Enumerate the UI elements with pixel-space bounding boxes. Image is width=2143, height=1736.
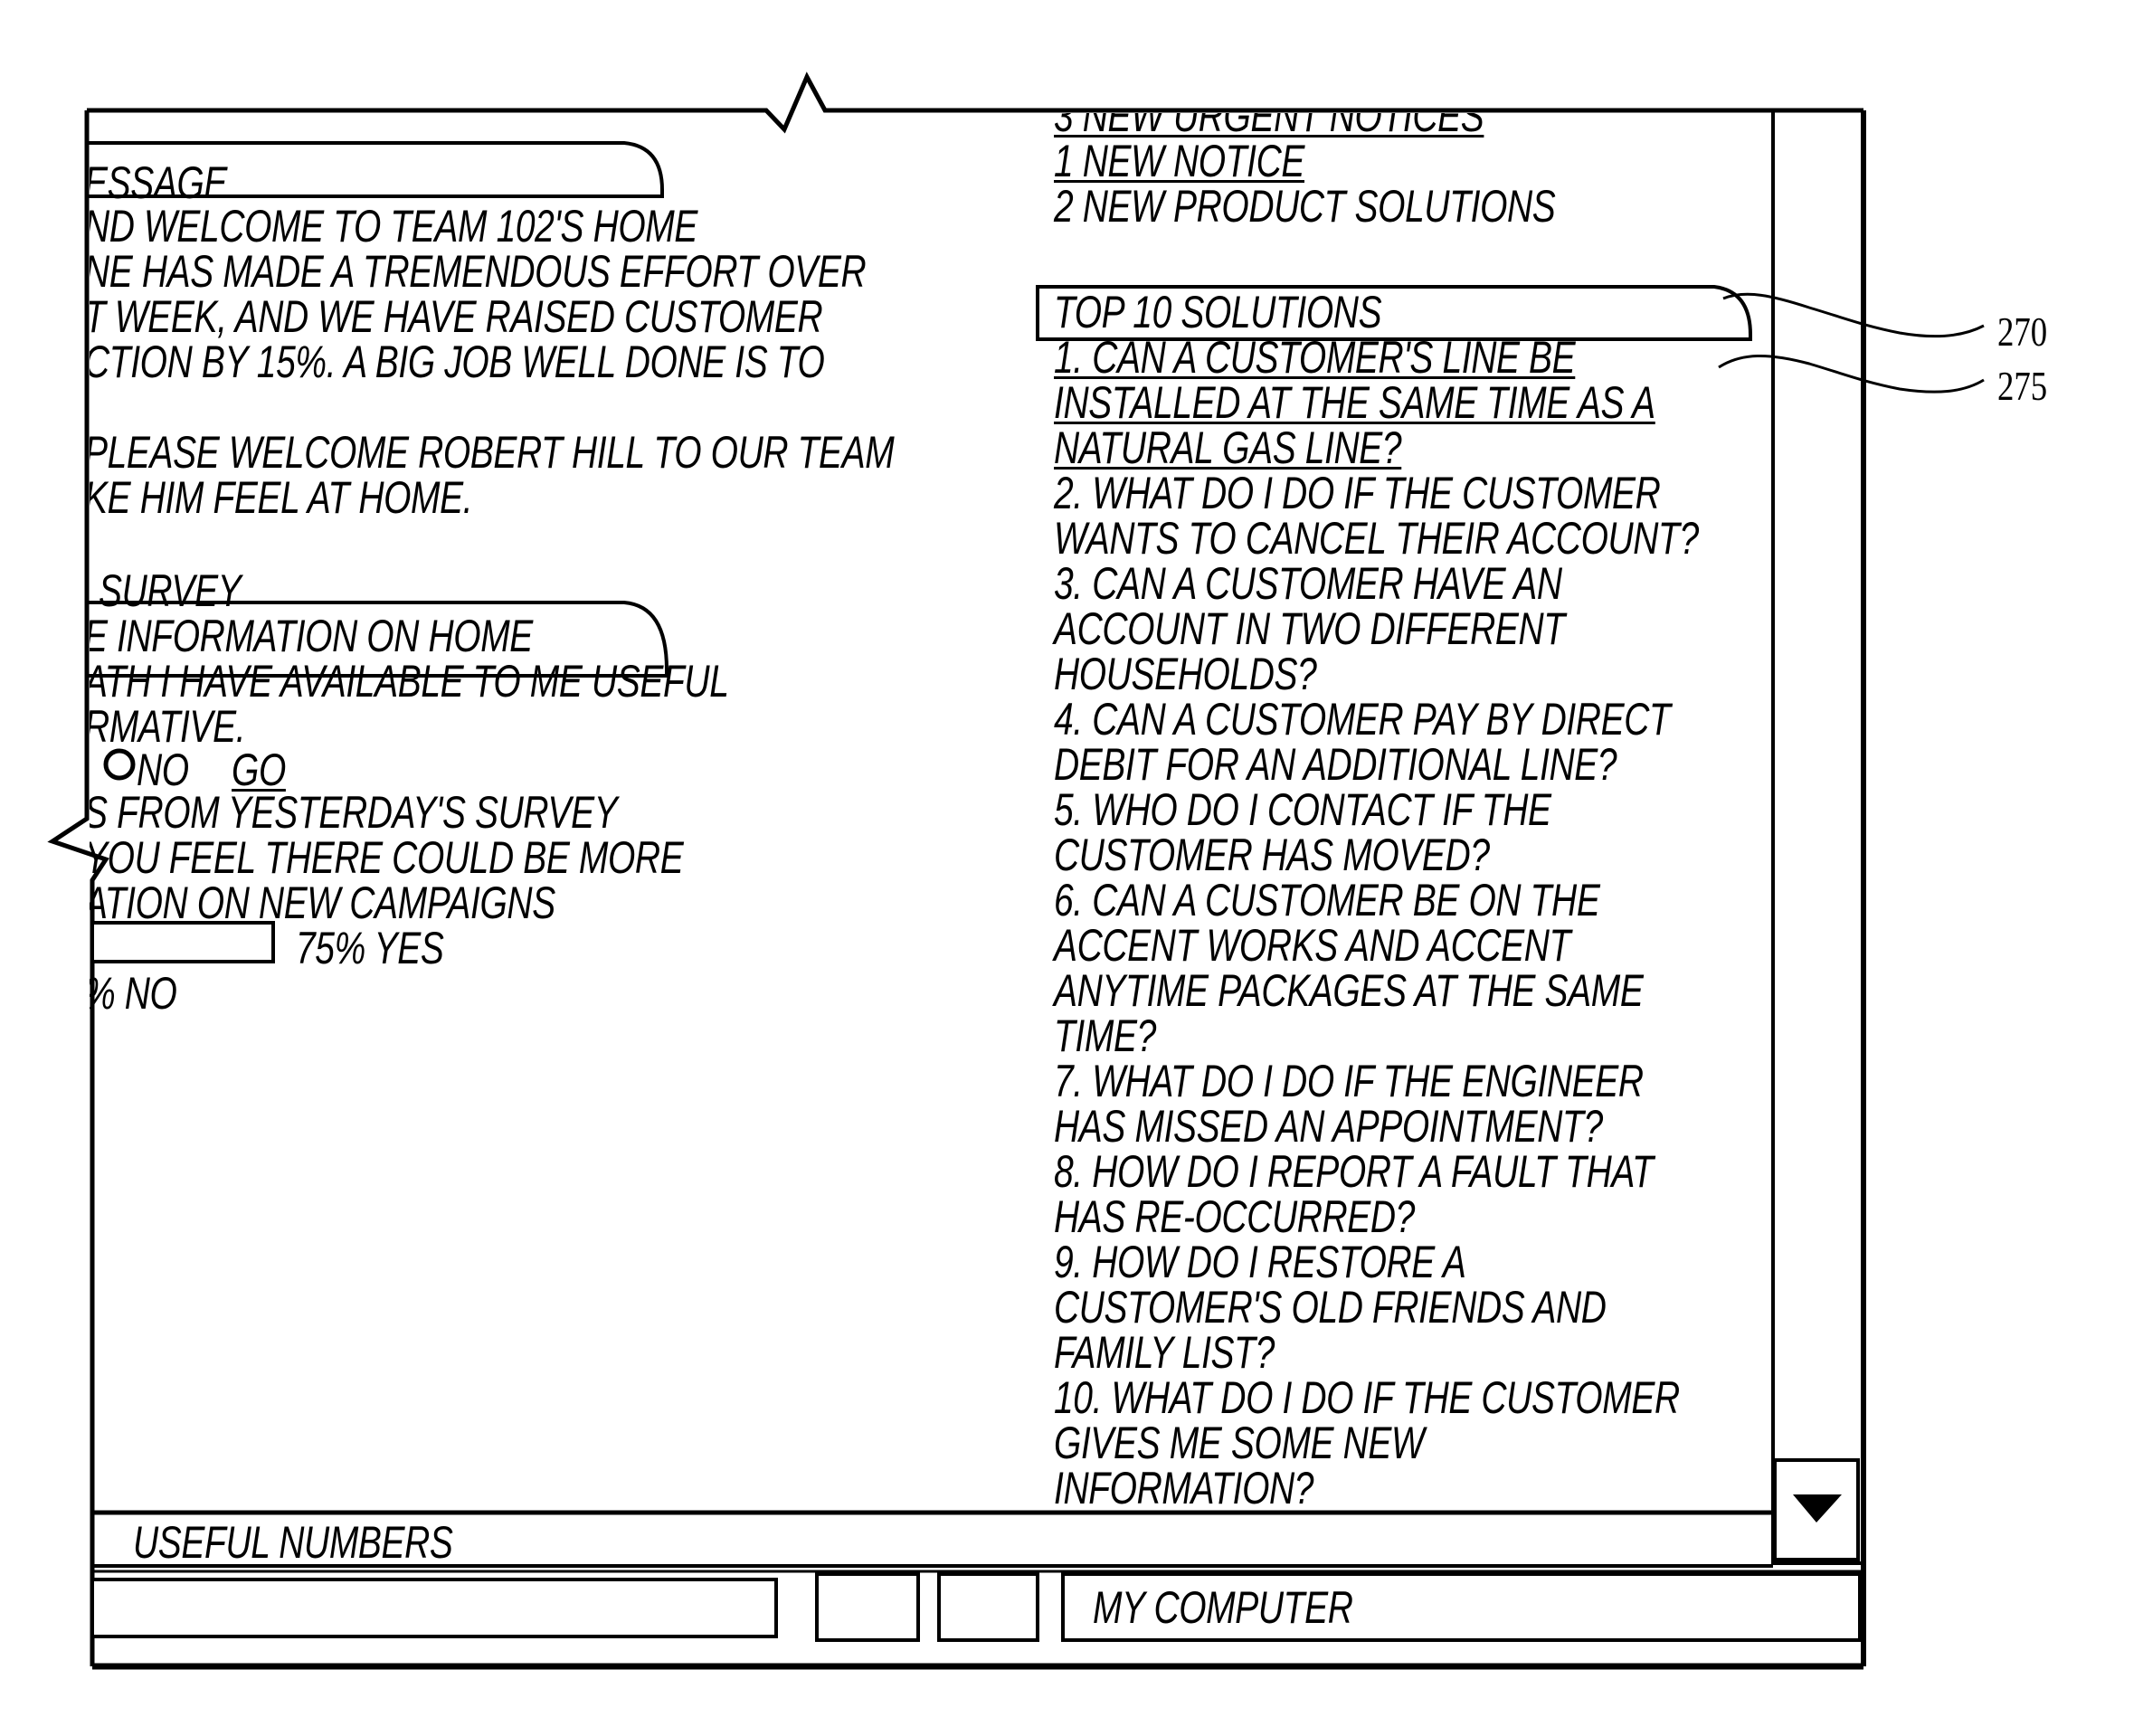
solution-item-line[interactable]: ANYTIME PACKAGES AT THE SAME (1054, 968, 1644, 1013)
solution-item-line[interactable]: 6. CAN A CUSTOMER BE ON THE (1054, 877, 1600, 923)
left-panel: ESSAGE ND WELCOME TO TEAM 102'S HOME NE … (90, 113, 1030, 1511)
survey-results-line: YOU FEEL THERE COULD BE MORE (90, 832, 684, 883)
solution-item-line[interactable]: NATURAL GAS LINE? (1054, 425, 1402, 470)
solution-item-line[interactable]: HAS RE-OCCURRED? (1054, 1194, 1415, 1239)
survey-go-link[interactable]: GO (232, 747, 286, 792)
solution-item-line[interactable]: ACCOUNT IN TWO DIFFERENT (1054, 606, 1565, 651)
message-line: PLEASE WELCOME ROBERT HILL TO OUR TEAM (90, 427, 895, 478)
message-line: CTION BY 15%. A BIG JOB WELL DONE IS TO (90, 337, 825, 387)
survey-no-result: % NO (90, 968, 177, 1019)
top-solutions-header-label: TOP 10 SOLUTIONS (1054, 287, 1382, 337)
solution-item-line[interactable]: WANTS TO CANCEL THEIR ACCOUNT? (1054, 516, 1699, 561)
solution-item-line[interactable]: HAS MISSED AN APPOINTMENT? (1054, 1104, 1603, 1149)
solution-item-line[interactable]: 1. CAN A CUSTOMER'S LINE BE (1054, 335, 1576, 380)
solution-item-line[interactable]: 10. WHAT DO I DO IF THE CUSTOMER (1054, 1375, 1680, 1420)
message-line: ND WELCOME TO TEAM 102'S HOME (90, 201, 698, 251)
survey-results-line: S FROM YESTERDAY'S SURVEY (90, 787, 618, 838)
solution-item-line[interactable]: INSTALLED AT THE SAME TIME AS A (1054, 380, 1655, 425)
solution-item-line[interactable]: TIME? (1054, 1013, 1156, 1058)
message-line: KE HIM FEEL AT HOME. (90, 472, 473, 523)
solution-item-line[interactable]: GIVES ME SOME NEW (1054, 1420, 1425, 1466)
message-line: T WEEK, AND WE HAVE RAISED CUSTOMER (90, 291, 823, 342)
notice-item: 2 NEW PRODUCT SOLUTIONS (1054, 181, 1556, 232)
solution-item-line[interactable]: CUSTOMER'S OLD FRIENDS AND (1054, 1285, 1607, 1330)
solution-item-line[interactable]: 4. CAN A CUSTOMER PAY BY DIRECT (1054, 697, 1671, 742)
survey-header-label: SURVEY (99, 565, 242, 616)
reference-numeral-270: 270 (1997, 308, 2048, 355)
survey-yes-result: 75% YES (296, 923, 444, 973)
survey-question-line: E INFORMATION ON HOME (90, 611, 533, 661)
status-field-main (90, 1578, 778, 1638)
survey-radio-no-label[interactable]: NO (137, 747, 189, 792)
notice-item[interactable]: 3 NEW URGENT NOTICES (1054, 113, 1484, 138)
survey-question-line: ATH I HAVE AVAILABLE TO ME USEFUL (90, 656, 729, 707)
solution-item-line[interactable]: CUSTOMER HAS MOVED? (1054, 832, 1490, 877)
solution-item-line[interactable]: INFORMATION? (1054, 1466, 1313, 1511)
solution-item-line[interactable]: FAMILY LIST? (1054, 1330, 1275, 1375)
status-field-box-1 (815, 1572, 920, 1642)
reference-numeral-275: 275 (1997, 363, 2048, 409)
message-line: NE HAS MADE A TREMENDOUS EFFORT OVER (90, 246, 867, 297)
solution-item-line[interactable]: 7. WHAT DO I DO IF THE ENGINEER (1054, 1058, 1644, 1104)
solution-item-line[interactable]: ACCENT WORKS AND ACCENT (1054, 923, 1570, 968)
solution-item-line[interactable]: 8. HOW DO I REPORT A FAULT THAT (1054, 1149, 1654, 1194)
right-panel: 3 NEW URGENT NOTICES 1 NEW NOTICE 2 NEW PR… (1040, 113, 1771, 1511)
useful-numbers-label[interactable]: USEFUL NUMBERS (133, 1520, 453, 1565)
solution-item-line[interactable]: 5. WHO DO I CONTACT IF THE (1054, 787, 1551, 832)
solution-item-line[interactable]: DEBIT FOR AN ADDITIONAL LINE? (1054, 742, 1617, 787)
solution-item-line[interactable]: 9. HOW DO I RESTORE A (1054, 1239, 1466, 1285)
status-field-box-2 (937, 1572, 1039, 1642)
solution-item-line[interactable]: 3. CAN A CUSTOMER HAVE AN (1054, 561, 1562, 606)
status-zone-label: MY COMPUTER (1093, 1582, 1353, 1633)
solution-item-line[interactable]: HOUSEHOLDS? (1054, 651, 1317, 697)
survey-results-line: ATION ON NEW CAMPAIGNS (90, 877, 555, 928)
notice-item[interactable]: 1 NEW NOTICE (1054, 138, 1304, 184)
message-header-label: ESSAGE (90, 157, 228, 208)
solution-item-line[interactable]: 2. WHAT DO I DO IF THE CUSTOMER (1054, 470, 1661, 516)
survey-question-line: RMATIVE. (90, 701, 246, 752)
